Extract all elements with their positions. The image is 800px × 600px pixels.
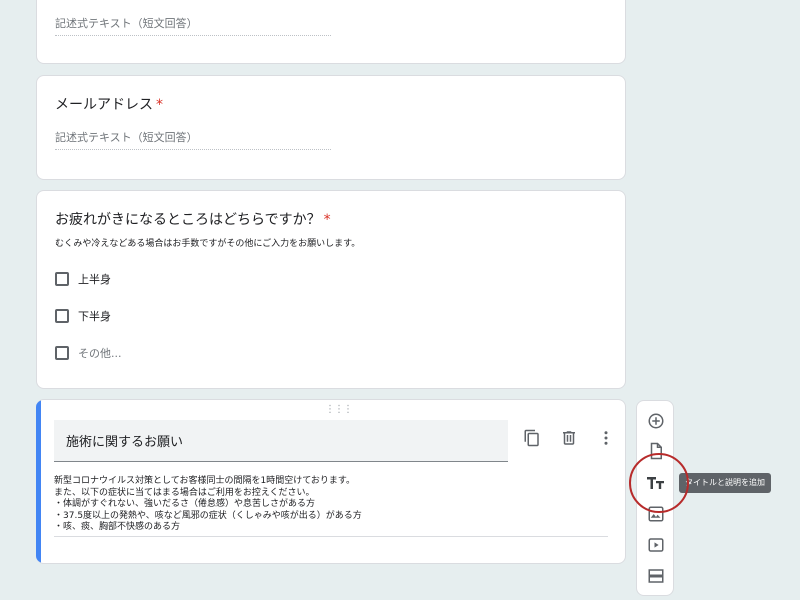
more-vert-icon[interactable] bbox=[596, 428, 616, 448]
checkbox[interactable] bbox=[55, 346, 69, 360]
description-line: ・咳、痰、胸部不快感のある方 bbox=[54, 522, 181, 532]
description-input[interactable]: 新型コロナウイルス対策としてお客様同士の間隔を1時間空けております。 また、以下… bbox=[54, 476, 608, 537]
section-icon[interactable] bbox=[644, 564, 668, 588]
checkbox-option[interactable]: 下半身 bbox=[55, 308, 111, 324]
image-icon[interactable] bbox=[644, 502, 668, 526]
checkbox-option[interactable]: 上半身 bbox=[55, 271, 111, 287]
drag-handle-icon[interactable]: ⋮⋮⋮ bbox=[325, 404, 353, 415]
short-answer-placeholder: 記述式テキスト（短文回答） bbox=[55, 15, 331, 36]
question-description: むくみや冷えなどある場合はお手数ですがその他にご入力をお願いします。 bbox=[55, 239, 361, 249]
option-label: その他... bbox=[78, 347, 122, 360]
question-title: お疲れがきになるところはどちらですか？ * bbox=[55, 212, 331, 228]
checkbox[interactable] bbox=[55, 272, 69, 286]
required-mark: * bbox=[156, 97, 163, 113]
trash-icon[interactable] bbox=[559, 428, 579, 448]
tooltip: タイトルと説明を追加 bbox=[679, 473, 771, 493]
copy-icon[interactable] bbox=[522, 428, 542, 448]
text-tt-icon[interactable] bbox=[644, 471, 668, 495]
floating-toolbar bbox=[636, 400, 674, 596]
description-line: ・37.5度以上の発熱や、咳など風邪の症状（くしゃみや咳が出る）がある方 bbox=[54, 510, 362, 521]
video-icon[interactable] bbox=[644, 533, 668, 557]
active-indicator bbox=[36, 400, 41, 563]
option-label: 上半身 bbox=[78, 273, 111, 286]
required-mark: * bbox=[323, 212, 331, 228]
checkbox-option-other[interactable]: その他... bbox=[55, 345, 122, 361]
question-card-checkbox[interactable]: お疲れがきになるところはどちらですか？ * むくみや冷えなどある場合はお手数ですが… bbox=[36, 190, 626, 389]
plus-circle-icon[interactable] bbox=[644, 409, 668, 433]
short-answer-placeholder: 記述式テキスト（短文回答） bbox=[55, 129, 331, 150]
question-title: メールアドレス * bbox=[55, 97, 163, 113]
title-input[interactable]: 施術に関するお願い bbox=[54, 420, 508, 462]
description-line: 新型コロナウイルス対策としてお客様同士の間隔を1時間空けております。 bbox=[54, 476, 356, 486]
question-card-email[interactable]: メールアドレス * 記述式テキスト（短文回答） bbox=[36, 75, 626, 180]
file-import-icon[interactable] bbox=[644, 439, 668, 463]
description-line: ・体調がすぐれない、強いだるさ（倦怠感）や息苦しさがある方 bbox=[54, 499, 316, 509]
question-card-short-answer[interactable]: 記述式テキスト（短文回答） bbox=[36, 0, 626, 64]
option-label: 下半身 bbox=[78, 310, 111, 323]
description-line: また、以下の症状に当てはまる場合はご利用をお控えください。 bbox=[54, 487, 315, 498]
checkbox[interactable] bbox=[55, 309, 69, 323]
title-description-card[interactable]: ⋮⋮⋮ 施術に関するお願い 新型コロナウイルス対策としてお客様同士の間隔を1時間… bbox=[36, 399, 626, 564]
